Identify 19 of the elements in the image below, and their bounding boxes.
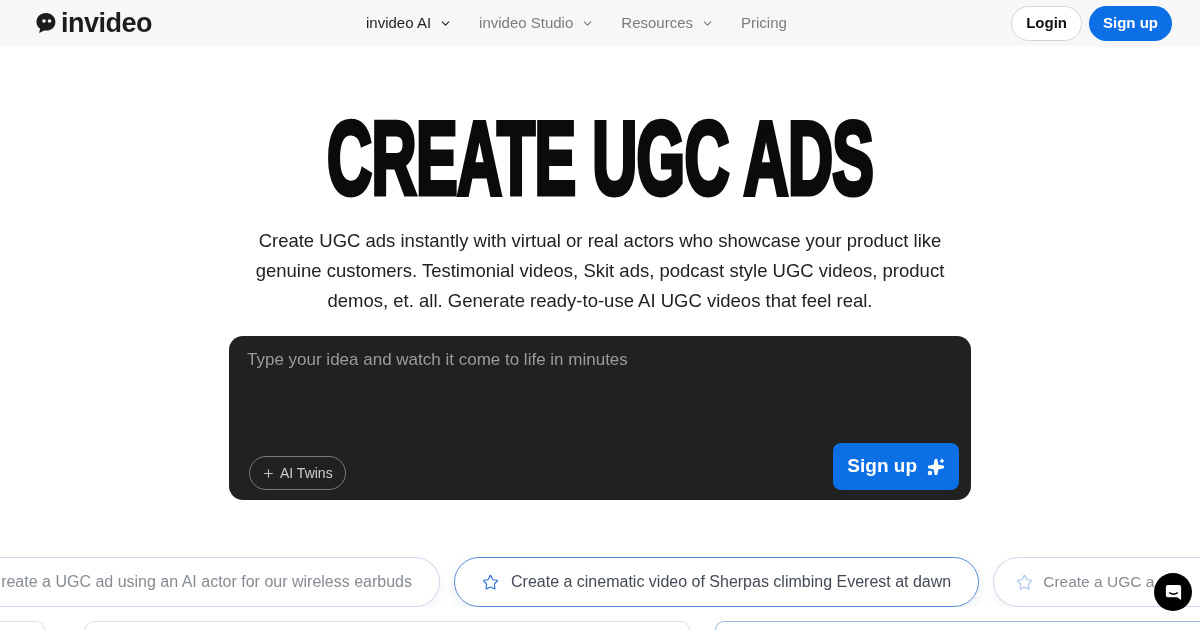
logo-wordmark[interactable]: invideo: [61, 9, 152, 37]
logo-icon: [35, 12, 57, 34]
login-button[interactable]: Login: [1011, 5, 1082, 41]
plus-icon: [262, 466, 275, 480]
nav-link[interactable]: invideo Studio: [479, 11, 595, 35]
hero-description: Create UGC ads instantly with virtual or real actors who showcase your product like genuine customers. Testimonial videos, Skit ads, podcast style UGC videos, product demos, et. all. Generate ready-to-use AI UGC videos that feel real.: [254, 229, 946, 313]
nav-link[interactable]: invideo AI: [366, 11, 453, 35]
suggestion-chip[interactable]: Create a UGC a: [993, 557, 1200, 607]
prompt-box[interactable]: Type your idea and watch it come to life in minutes AI Twins Sign up: [229, 336, 971, 500]
suggestion-chip[interactable]: Create a cinematic video of Sherpas climbing Everest at dawn: [454, 557, 980, 607]
suggestion-chip[interactable]: reate a UGC ad using an AI actor for our wireless earbuds: [0, 557, 440, 607]
sparkles-icon: [927, 457, 945, 476]
hero-title: CREATE UGC ADS: [326, 106, 874, 210]
signup-submit-button[interactable]: Sign up: [833, 443, 959, 490]
prompt-field[interactable]: Type your idea and watch it come to life in minutes: [247, 348, 949, 443]
nav-link[interactable]: Resources: [621, 11, 714, 35]
signup-button[interactable]: Sign up: [1089, 5, 1172, 41]
nav-link[interactable]: Pricing: [741, 11, 787, 35]
chat-bubble-icon: [1163, 582, 1183, 602]
